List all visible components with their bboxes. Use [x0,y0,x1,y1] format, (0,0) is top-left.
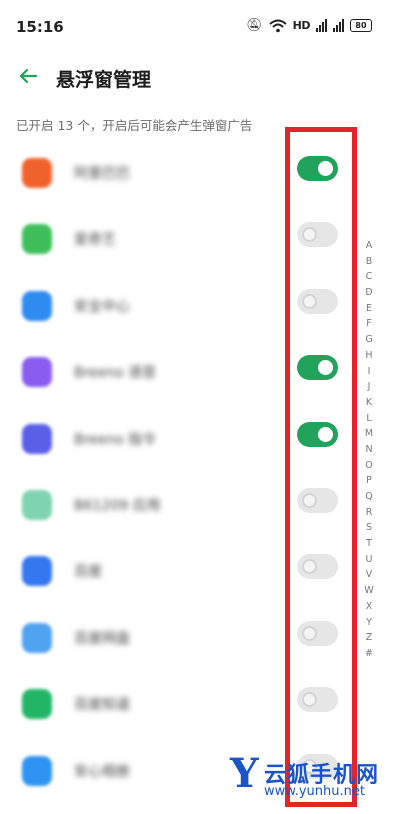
app-icon [22,224,52,255]
index-letter[interactable]: W [362,583,376,599]
status-bar: 15:16 🔕︎ HD 80 [0,0,400,56]
app-name: 爱奇艺 [74,232,116,249]
floating-window-toggle[interactable] [297,222,338,248]
watermark-logo: Y 云狐手机网 www.yunhu.net [226,750,394,808]
index-letter[interactable]: J [362,379,376,395]
index-letter[interactable]: H [362,348,376,364]
app-row: 百度网盘 [0,603,400,669]
app-name: Breeno 指令 [74,431,157,448]
index-letter[interactable]: Z [362,630,376,646]
floating-window-toggle[interactable] [297,488,338,513]
page-title: 悬浮窗管理 [56,69,152,91]
index-letter[interactable]: P [362,473,376,489]
toggle-knob [302,493,317,508]
toggle-knob [318,360,333,376]
index-letter[interactable]: C [362,269,376,285]
toggle-knob [302,227,317,243]
status-icons: 🔕︎ HD 80 [246,18,372,33]
index-letter[interactable]: Q [362,489,376,505]
index-letter[interactable]: U [362,552,376,568]
app-icon [22,423,52,454]
wifi-icon [268,19,287,32]
app-row: 百度知道 [0,669,400,735]
index-letter[interactable]: L [362,411,376,427]
index-letter[interactable]: B [362,254,376,270]
enabled-count-note: 已开启 13 个，开启后可能会产生弹窗广告 [16,118,253,133]
app-icon [22,490,52,520]
floating-window-toggle[interactable] [297,687,338,713]
header-bar: 悬浮窗管理 [0,56,400,100]
index-letter[interactable]: Y [362,615,376,631]
index-letter[interactable]: K [362,395,376,411]
watermark-url: www.yunhu.net [264,784,365,799]
status-time: 15:16 [16,18,64,36]
app-row: Breeno 语音 [0,337,400,403]
app-row: Breeno 指令 [0,404,400,470]
toggle-knob [302,625,317,641]
watermark-letter: Y [230,750,259,797]
index-letter[interactable]: F [362,316,376,332]
floating-window-toggle[interactable] [297,355,338,381]
app-row: 爱奇艺 [0,204,400,270]
index-letter[interactable]: D [362,285,376,301]
signal-icon-1 [316,19,327,32]
app-name: Breeno 语音 [74,365,157,382]
index-letter[interactable]: N [362,442,376,458]
toggle-knob [318,161,333,176]
index-letter[interactable]: S [362,520,376,536]
hd-badge: HD [292,19,311,32]
app-icon [22,689,52,720]
app-icon [22,290,52,321]
index-letter[interactable]: E [362,301,376,317]
app-name: 百度知道 [74,697,130,714]
app-name: 阿里巴巴 [74,166,130,182]
index-letter[interactable]: R [362,505,376,521]
app-row: 安全中心 [0,271,400,337]
index-letter[interactable]: I [362,364,376,380]
toggle-knob [318,426,333,442]
app-icon [22,357,52,388]
mute-bell-icon: 🔕︎ [246,18,263,33]
app-name: 百度 [74,564,102,581]
index-letter[interactable]: V [362,567,376,583]
floating-window-toggle[interactable] [297,620,338,646]
floating-window-toggle[interactable] [297,156,338,181]
floating-window-toggle[interactable] [297,288,338,314]
signal-icon-2 [333,19,344,32]
index-letter[interactable]: O [362,458,376,474]
index-letter[interactable]: # [362,646,376,662]
index-letter[interactable]: A [362,238,376,254]
app-name: 安全中心 [74,298,130,315]
app-row: 阿里巴巴 [0,138,400,204]
battery-icon: 80 [350,19,372,32]
app-row: B61209 应用 [0,470,400,536]
app-row: 百度 [0,536,400,602]
app-name: 百度网盘 [74,630,130,647]
alphabet-index[interactable]: A B C D E F G H I J K L M N O P Q R S T U V W X Y Z # [362,238,376,662]
app-name: 安心相册 [74,763,130,780]
index-letter[interactable]: M [362,426,376,442]
index-letter[interactable]: T [362,536,376,552]
app-name: B61209 应用 [74,498,161,514]
app-icon [22,755,52,786]
index-letter[interactable]: G [362,332,376,348]
app-icon [22,158,52,188]
app-icon [22,622,52,653]
app-icon [22,556,52,587]
arrow-left-icon[interactable] [16,64,40,88]
toggle-knob [302,293,317,309]
floating-window-toggle[interactable] [297,554,338,580]
toggle-knob [302,559,317,575]
index-letter[interactable]: X [362,599,376,615]
toggle-knob [302,692,317,708]
floating-window-toggle[interactable] [297,421,338,447]
